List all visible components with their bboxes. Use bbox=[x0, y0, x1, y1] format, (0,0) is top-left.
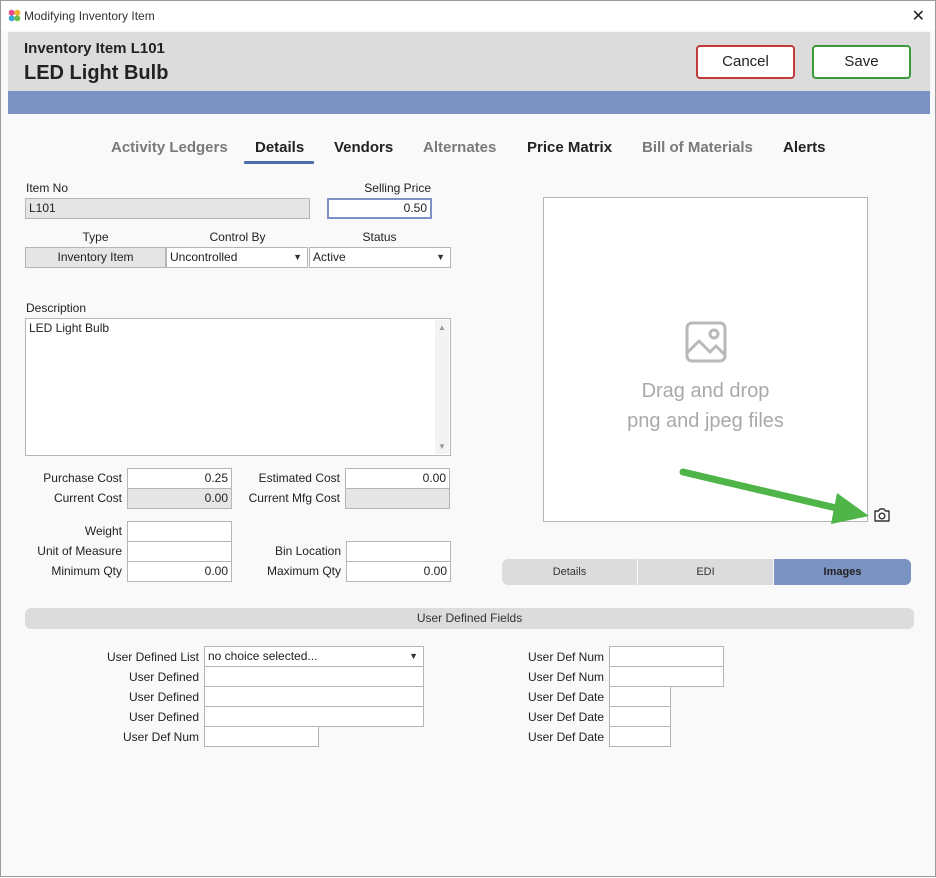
min-qty-label: Minimum Qty bbox=[51, 564, 122, 578]
user-def-date-field-1[interactable] bbox=[609, 686, 671, 707]
type-value: Inventory Item bbox=[25, 247, 166, 268]
user-def-date-field-3[interactable] bbox=[609, 726, 671, 747]
close-icon[interactable]: ✕ bbox=[912, 6, 925, 26]
segment-edi[interactable]: EDI bbox=[638, 559, 773, 585]
estimated-cost-field[interactable]: 0.00 bbox=[345, 468, 450, 489]
chevron-down-icon: ▼ bbox=[293, 252, 302, 262]
weight-label: Weight bbox=[84, 524, 122, 538]
purchase-cost-label: Purchase Cost bbox=[43, 471, 122, 485]
user-defined-label-2: User Defined bbox=[128, 690, 199, 704]
camera-icon[interactable] bbox=[873, 507, 891, 523]
current-mfg-cost-label: Current Mfg Cost bbox=[248, 491, 340, 505]
tab-bar: Activity Ledgers Details Vendors Alterna… bbox=[1, 139, 935, 165]
cancel-button[interactable]: Cancel bbox=[696, 45, 795, 79]
user-def-num-label-3: User Def Num bbox=[527, 670, 604, 684]
user-defined-label-1: User Defined bbox=[128, 670, 199, 684]
user-def-date-label-1: User Def Date bbox=[527, 690, 604, 704]
tab-activity-ledgers[interactable]: Activity Ledgers bbox=[111, 139, 228, 156]
tab-vendors[interactable]: Vendors bbox=[334, 139, 393, 156]
scroll-down-icon[interactable]: ▼ bbox=[438, 442, 446, 451]
user-def-date-label-3: User Def Date bbox=[527, 730, 604, 744]
type-label: Type bbox=[82, 230, 109, 244]
segment-details[interactable]: Details bbox=[502, 559, 637, 585]
status-value: Active bbox=[313, 250, 346, 264]
image-placeholder-icon bbox=[685, 321, 727, 363]
item-no-label: Item No bbox=[26, 181, 69, 195]
bin-location-field[interactable] bbox=[346, 541, 451, 562]
dialog-window: Modifying Inventory Item ✕ Inventory Ite… bbox=[0, 0, 936, 877]
control-by-label: Control By bbox=[209, 230, 266, 244]
user-defined-list-label: User Defined List bbox=[106, 650, 199, 664]
current-mfg-cost-field bbox=[345, 488, 450, 509]
tab-alerts[interactable]: Alerts bbox=[783, 139, 826, 156]
user-defined-label-3: User Defined bbox=[128, 710, 199, 724]
tab-alternates[interactable]: Alternates bbox=[423, 139, 496, 156]
tab-bill-of-materials[interactable]: Bill of Materials bbox=[642, 139, 753, 156]
user-defined-list-select[interactable]: no choice selected... ▼ bbox=[204, 646, 424, 667]
user-def-num-field-2[interactable] bbox=[609, 646, 724, 667]
control-by-value: Uncontrolled bbox=[170, 250, 238, 264]
image-dropzone[interactable]: Drag and drop png and jpeg files bbox=[543, 197, 868, 522]
user-def-num-field-1[interactable] bbox=[204, 726, 319, 747]
record-header: Inventory Item L101 LED Light Bulb Cance… bbox=[8, 32, 930, 91]
app-logo-icon bbox=[8, 9, 21, 22]
estimated-cost-label: Estimated Cost bbox=[258, 471, 340, 485]
item-no-field: L101 bbox=[25, 198, 310, 219]
udf-section-header: User Defined Fields bbox=[25, 608, 914, 629]
description-textarea[interactable]: LED Light Bulb ▲ ▼ bbox=[25, 318, 451, 456]
user-defined-field-3[interactable] bbox=[204, 706, 424, 727]
status-label: Status bbox=[362, 230, 397, 244]
window-title: Modifying Inventory Item bbox=[24, 9, 155, 23]
selling-price-field[interactable]: 0.50 bbox=[327, 198, 432, 219]
max-qty-field[interactable]: 0.00 bbox=[346, 561, 451, 582]
segment-images[interactable]: Images bbox=[774, 559, 911, 585]
user-defined-field-1[interactable] bbox=[204, 666, 424, 687]
user-def-num-field-3[interactable] bbox=[609, 666, 724, 687]
user-def-date-field-2[interactable] bbox=[609, 706, 671, 727]
uom-label: Unit of Measure bbox=[37, 544, 122, 558]
current-cost-label: Current Cost bbox=[53, 491, 122, 505]
status-select[interactable]: Active ▼ bbox=[309, 247, 451, 268]
bin-location-label: Bin Location bbox=[274, 544, 341, 558]
scroll-up-icon[interactable]: ▲ bbox=[438, 323, 446, 332]
tab-price-matrix[interactable]: Price Matrix bbox=[527, 139, 612, 156]
active-tab-indicator bbox=[244, 161, 314, 164]
user-defined-list-value: no choice selected... bbox=[208, 649, 318, 663]
uom-field[interactable] bbox=[127, 541, 232, 562]
min-qty-field[interactable]: 0.00 bbox=[127, 561, 232, 582]
dropzone-line-2: png and jpeg files bbox=[627, 410, 784, 432]
header-accent-bar bbox=[8, 91, 930, 114]
max-qty-label: Maximum Qty bbox=[266, 564, 341, 578]
record-subtitle: Inventory Item L101 bbox=[24, 40, 165, 57]
weight-field[interactable] bbox=[127, 521, 232, 542]
current-cost-field: 0.00 bbox=[127, 488, 232, 509]
user-def-num-label-1: User Def Num bbox=[122, 730, 199, 744]
save-button[interactable]: Save bbox=[812, 45, 911, 79]
user-def-date-label-2: User Def Date bbox=[527, 710, 604, 724]
chevron-down-icon: ▼ bbox=[436, 252, 445, 262]
description-label: Description bbox=[26, 301, 87, 315]
description-scrollbar[interactable]: ▲ ▼ bbox=[435, 320, 449, 454]
selling-price-label: Selling Price bbox=[364, 181, 431, 195]
record-title: LED Light Bulb bbox=[24, 62, 169, 84]
user-defined-field-2[interactable] bbox=[204, 686, 424, 707]
purchase-cost-field[interactable]: 0.25 bbox=[127, 468, 232, 489]
title-bar: Modifying Inventory Item ✕ bbox=[1, 1, 935, 31]
control-by-select[interactable]: Uncontrolled ▼ bbox=[166, 247, 308, 268]
description-text: LED Light Bulb bbox=[29, 321, 110, 335]
chevron-down-icon: ▼ bbox=[409, 651, 418, 661]
tab-details[interactable]: Details bbox=[255, 139, 304, 156]
dropzone-line-1: Drag and drop bbox=[641, 380, 770, 402]
user-def-num-label-2: User Def Num bbox=[527, 650, 604, 664]
